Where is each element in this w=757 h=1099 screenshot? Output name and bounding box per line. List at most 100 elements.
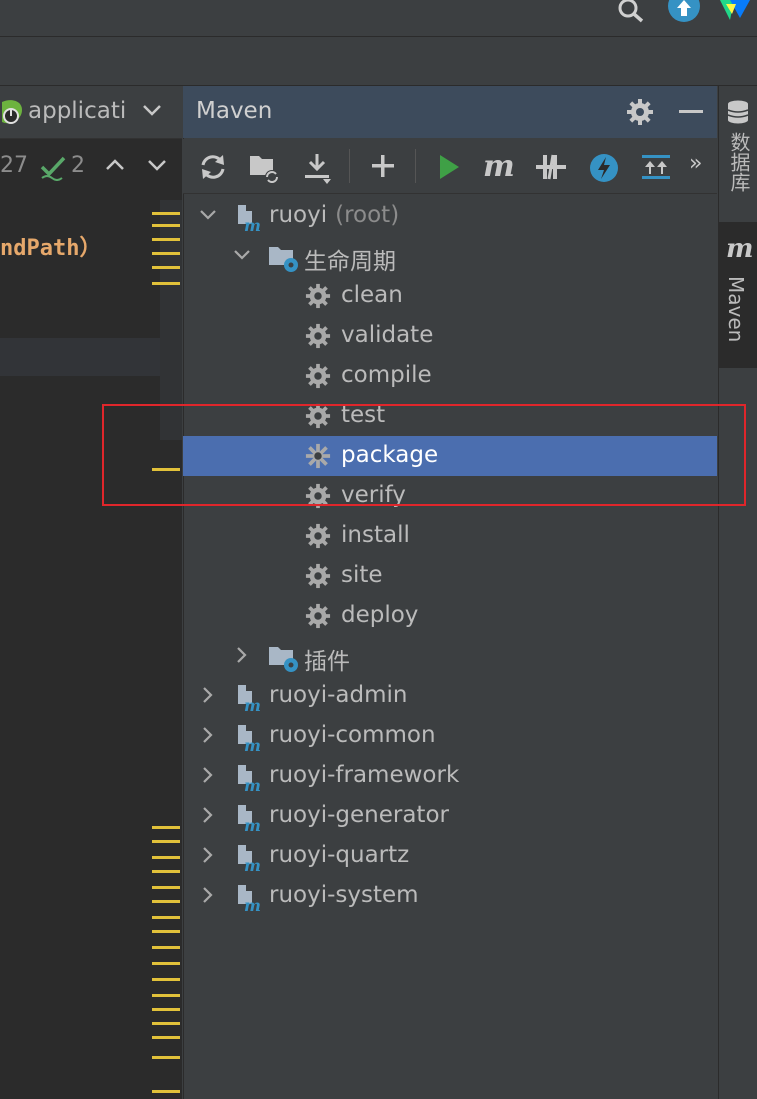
lifecycle-folder-icon bbox=[269, 243, 301, 273]
maven-side-tab[interactable]: m Maven bbox=[718, 222, 757, 368]
module-label: ruoyi-quartz bbox=[269, 842, 410, 868]
phase-label: install bbox=[341, 522, 410, 548]
maven-module-icon: m bbox=[234, 722, 262, 752]
toolbox-icon[interactable] bbox=[720, 0, 750, 24]
chevron-right-icon[interactable] bbox=[197, 724, 219, 746]
phase-label: clean bbox=[341, 282, 403, 308]
lifecycle-label: 生命周期 bbox=[304, 249, 396, 275]
plugins-folder-icon bbox=[269, 643, 301, 673]
plugins-label: 插件 bbox=[304, 649, 350, 675]
svg-text:m: m bbox=[244, 776, 261, 792]
tree-row-phase[interactable]: clean bbox=[183, 276, 717, 316]
module-label: ruoyi-system bbox=[269, 882, 419, 908]
maven-header: Maven bbox=[183, 86, 717, 138]
maven-module-icon: m bbox=[234, 802, 262, 832]
chevron-right-icon[interactable] bbox=[231, 644, 253, 666]
database-icon bbox=[727, 100, 749, 124]
search-icon[interactable] bbox=[617, 0, 645, 24]
chevron-right-icon[interactable] bbox=[197, 804, 219, 826]
code-line-fragment: ndPath） bbox=[0, 236, 102, 261]
title-bar bbox=[0, 0, 757, 37]
chevron-right-icon[interactable] bbox=[197, 884, 219, 906]
navigation-bar bbox=[0, 37, 757, 86]
chevron-up-icon[interactable] bbox=[104, 155, 126, 175]
chevron-down-icon[interactable] bbox=[140, 98, 164, 122]
phase-label: compile bbox=[341, 362, 432, 388]
module-label: ruoyi-framework bbox=[269, 762, 460, 788]
chevron-right-icon[interactable] bbox=[197, 684, 219, 706]
maven-module-icon: m bbox=[234, 682, 262, 712]
editor-tab-label[interactable]: applicati bbox=[28, 98, 128, 124]
svg-text:m: m bbox=[244, 216, 261, 232]
gear-icon[interactable] bbox=[626, 98, 654, 126]
tree-row-phase[interactable]: compile bbox=[183, 356, 717, 396]
highlight-annotation-box bbox=[102, 404, 746, 506]
tree-row-lifecycle[interactable]: 生命周期 bbox=[183, 236, 717, 276]
gear-icon bbox=[305, 283, 331, 309]
svg-text:m: m bbox=[244, 816, 261, 832]
gear-icon bbox=[305, 363, 331, 389]
add-icon[interactable] bbox=[371, 153, 395, 179]
download-icon[interactable] bbox=[303, 153, 333, 185]
phase-label: deploy bbox=[341, 602, 419, 628]
maven-module-icon: m bbox=[234, 842, 262, 872]
update-icon[interactable] bbox=[668, 0, 700, 24]
toggle-offline-icon[interactable] bbox=[535, 153, 567, 181]
generate-sources-icon[interactable] bbox=[249, 153, 281, 185]
check-count: 2 bbox=[71, 153, 85, 178]
tree-row-phase[interactable]: deploy bbox=[183, 596, 717, 636]
tree-row-root[interactable]: m ruoyi (root) bbox=[183, 196, 717, 236]
tree-row-phase[interactable]: site bbox=[183, 556, 717, 596]
maven-title: Maven bbox=[196, 98, 273, 124]
minimize-icon[interactable] bbox=[679, 110, 703, 113]
root-module-name: ruoyi bbox=[269, 202, 328, 228]
chevron-down-icon[interactable] bbox=[146, 155, 168, 175]
database-tab[interactable]: 数据库 bbox=[725, 132, 754, 192]
gear-icon bbox=[305, 563, 331, 589]
module-label: ruoyi-admin bbox=[269, 682, 408, 708]
skip-tests-icon[interactable] bbox=[589, 153, 619, 183]
reload-icon[interactable] bbox=[199, 153, 227, 181]
chevron-right-icon[interactable] bbox=[197, 764, 219, 786]
svg-text:m: m bbox=[244, 696, 261, 712]
svg-text:m: m bbox=[244, 856, 261, 872]
run-icon[interactable] bbox=[437, 153, 461, 181]
module-label: ruoyi-generator bbox=[269, 802, 449, 828]
tree-row-module[interactable]: m ruoyi-quartz bbox=[183, 836, 717, 876]
maven-toolbar: m » bbox=[183, 139, 717, 194]
gear-icon bbox=[305, 323, 331, 349]
tree-row-module[interactable]: m ruoyi-system bbox=[183, 876, 717, 916]
tree-row-module[interactable]: m ruoyi-admin bbox=[183, 676, 717, 716]
module-label: ruoyi-common bbox=[269, 722, 436, 748]
maven-side-tab-label: Maven bbox=[724, 276, 748, 343]
tree-row-module[interactable]: m ruoyi-framework bbox=[183, 756, 717, 796]
tree-row-phase[interactable]: install bbox=[183, 516, 717, 556]
maven-m-icon: m bbox=[726, 234, 754, 264]
maven-module-icon: m bbox=[234, 762, 262, 792]
gear-icon bbox=[305, 603, 331, 629]
svg-text:m: m bbox=[244, 896, 261, 912]
editor-tab-bar: applicati bbox=[0, 86, 182, 139]
tree-row-plugins[interactable]: 插件 bbox=[183, 636, 717, 676]
maven-module-icon: m bbox=[234, 202, 262, 232]
svg-text:m: m bbox=[244, 736, 261, 752]
chevron-right-icon[interactable] bbox=[197, 844, 219, 866]
phase-label: validate bbox=[341, 322, 434, 348]
execute-goal-icon[interactable]: m bbox=[483, 149, 515, 184]
gear-icon bbox=[305, 523, 331, 549]
more-actions-icon[interactable]: » bbox=[689, 151, 702, 176]
spring-config-icon bbox=[0, 98, 24, 128]
phase-label: site bbox=[341, 562, 383, 588]
current-line-highlight bbox=[0, 338, 182, 376]
chevron-down-icon[interactable] bbox=[197, 204, 219, 226]
chevron-down-icon[interactable] bbox=[231, 244, 253, 266]
warning-count: 27 bbox=[0, 153, 28, 178]
show-dependencies-icon[interactable] bbox=[641, 153, 671, 181]
inspection-bar: 27 2 bbox=[0, 139, 182, 193]
root-suffix: (root) bbox=[335, 202, 400, 228]
maven-module-icon: m bbox=[234, 882, 262, 912]
tree-row-phase[interactable]: validate bbox=[183, 316, 717, 356]
tree-row-module[interactable]: m ruoyi-generator bbox=[183, 796, 717, 836]
check-icon bbox=[40, 155, 66, 181]
tree-row-module[interactable]: m ruoyi-common bbox=[183, 716, 717, 756]
